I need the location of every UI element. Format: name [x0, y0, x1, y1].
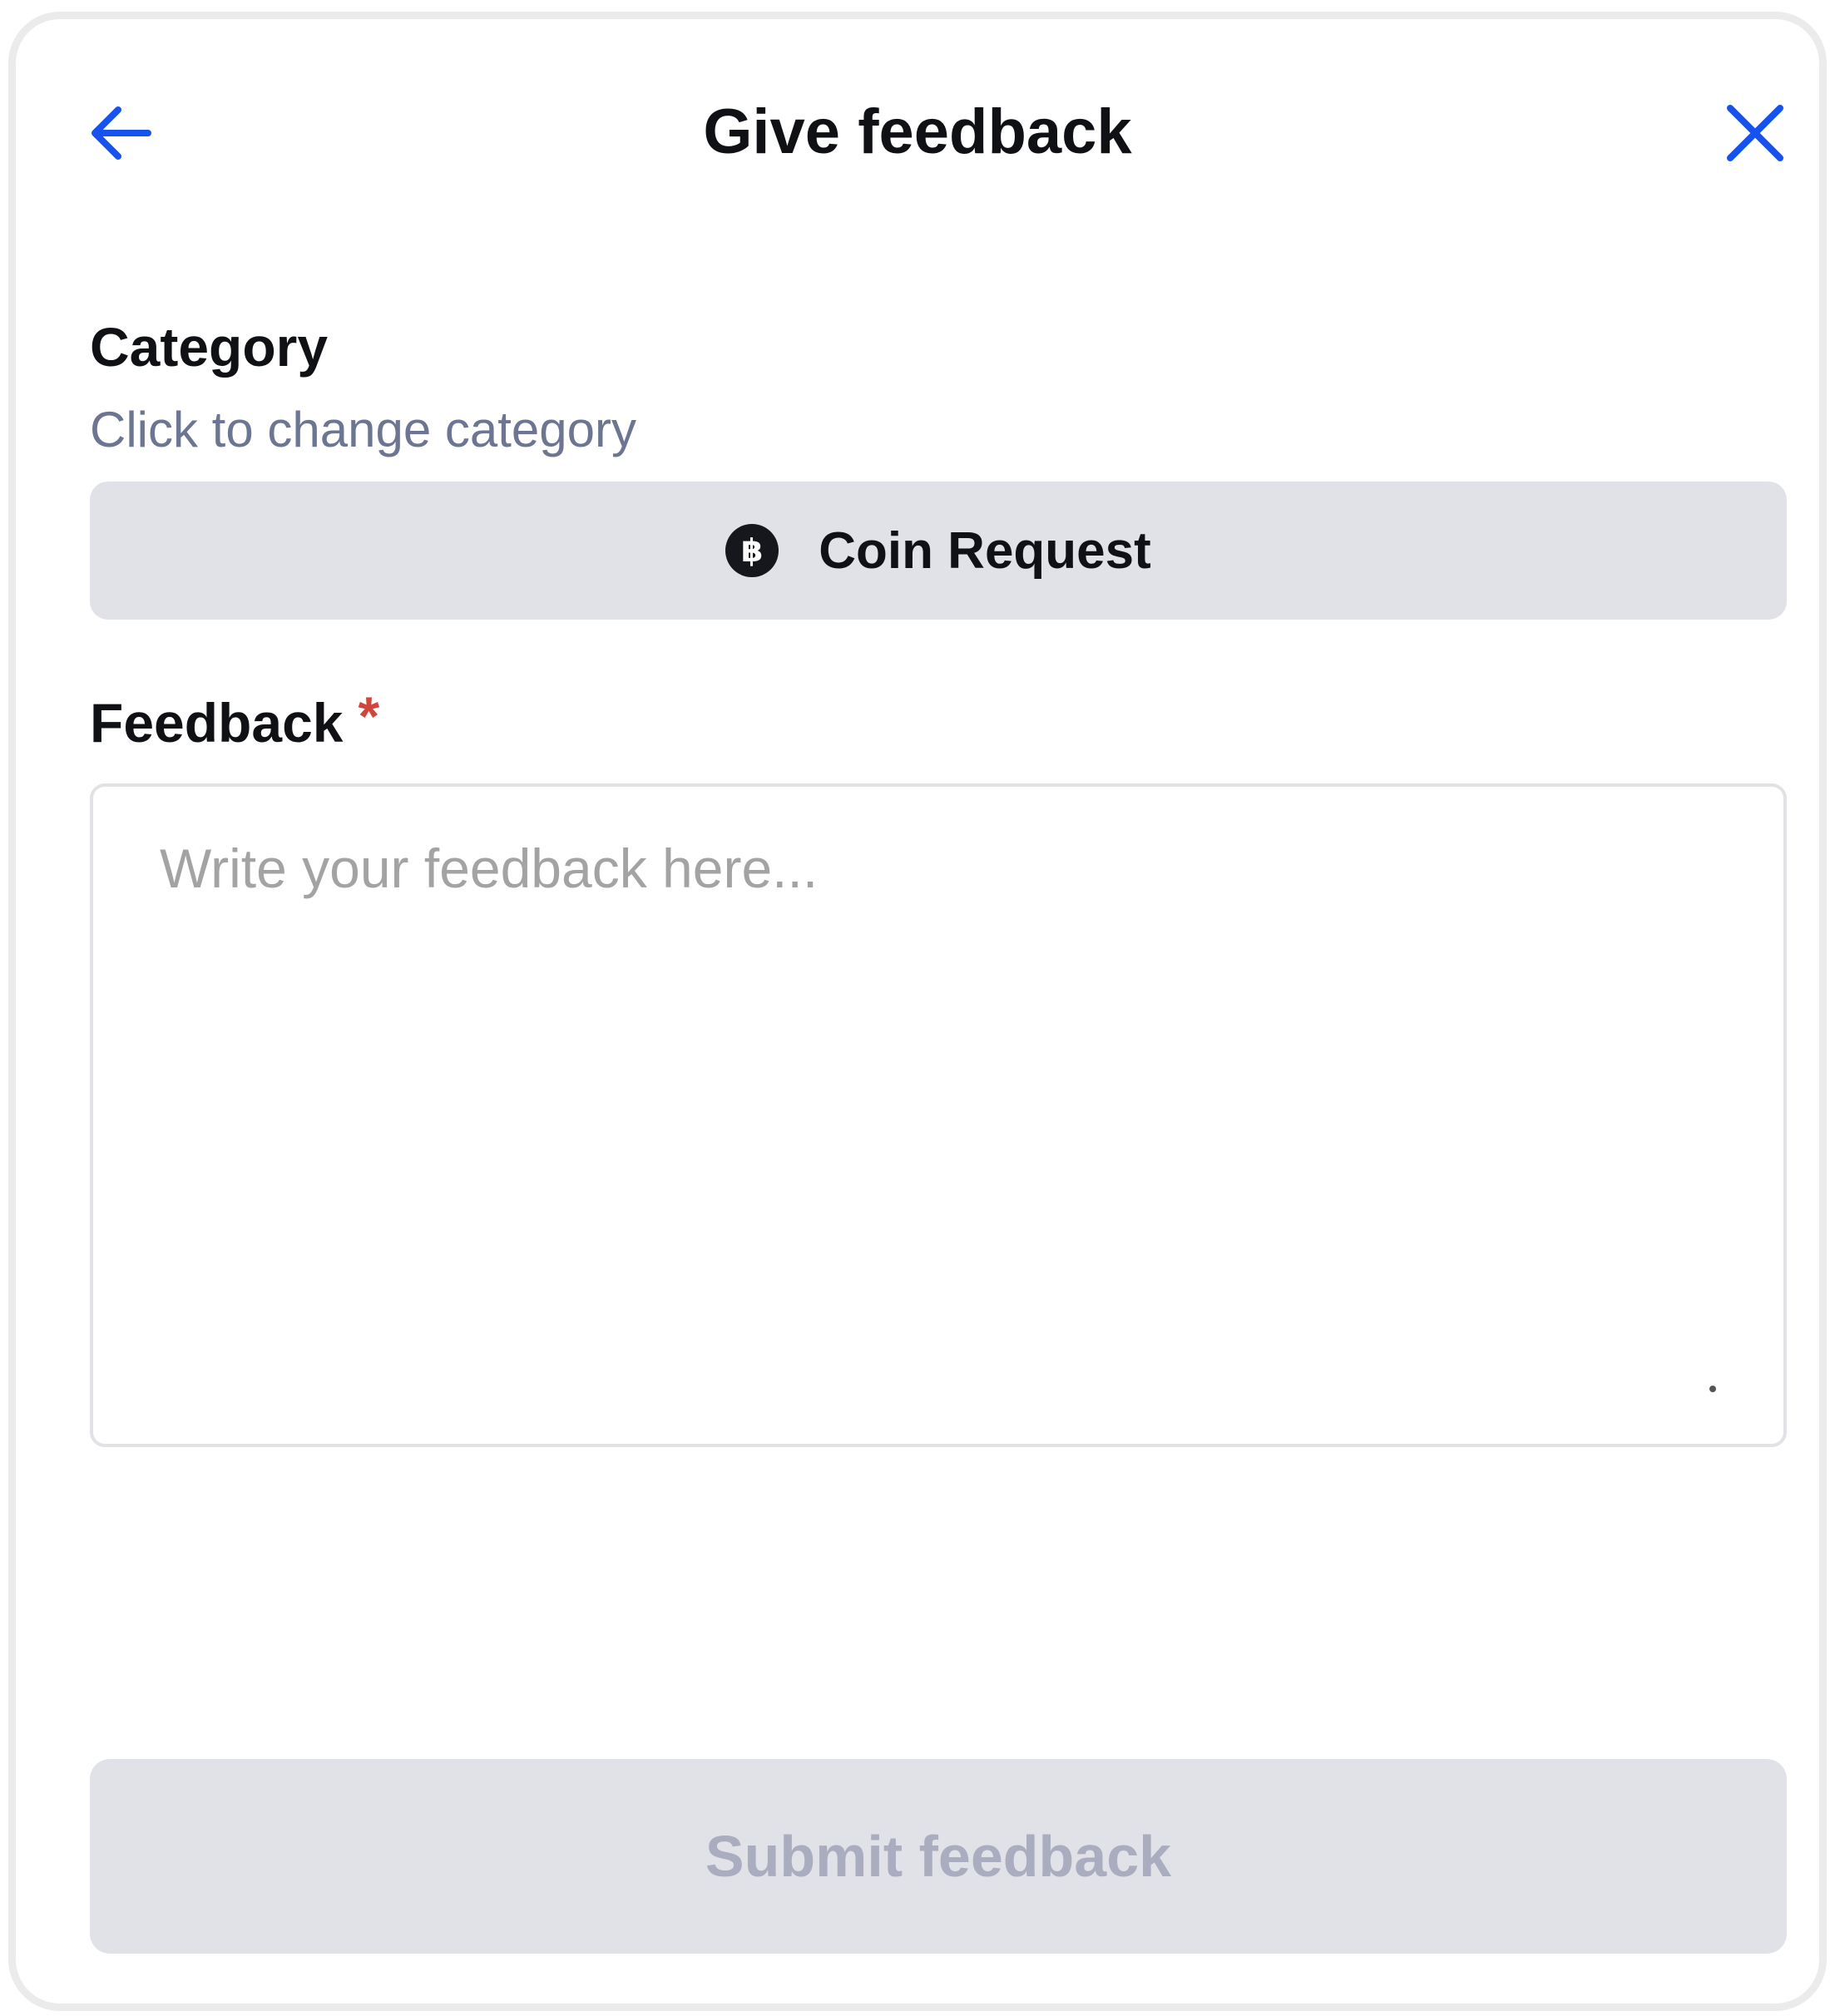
- feedback-dialog: Give feedback Category Click to change c…: [8, 12, 1827, 2011]
- category-select-button[interactable]: ฿ Coin Request: [90, 482, 1787, 620]
- required-marker: *: [358, 685, 380, 747]
- close-icon: [1727, 105, 1783, 161]
- bitcoin-icon: ฿: [725, 524, 779, 577]
- category-hint: Click to change category: [90, 402, 637, 457]
- feedback-textarea[interactable]: [90, 783, 1787, 1447]
- feedback-label: Feedback *: [90, 685, 379, 756]
- close-button[interactable]: [1714, 92, 1796, 174]
- submit-feedback-button[interactable]: Submit feedback: [90, 1759, 1787, 1954]
- category-value: Coin Request: [819, 521, 1151, 580]
- dialog-title: Give feedback: [703, 96, 1132, 167]
- category-label: Category: [90, 316, 329, 378]
- resize-handle[interactable]: [1709, 1386, 1716, 1392]
- feedback-label-text: Feedback: [90, 692, 344, 754]
